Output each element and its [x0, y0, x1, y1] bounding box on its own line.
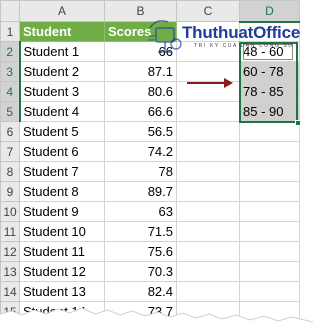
- cell-score[interactable]: 66.6: [104, 101, 177, 122]
- cell-score[interactable]: 66: [104, 41, 177, 62]
- row-header[interactable]: 13: [0, 261, 20, 282]
- column-header-a[interactable]: A: [19, 0, 105, 22]
- cell[interactable]: [176, 141, 240, 162]
- row-header[interactable]: 2: [0, 41, 21, 62]
- cell-bin[interactable]: 60 - 78: [239, 61, 300, 82]
- cell-student[interactable]: Student 7: [19, 161, 105, 182]
- cell-student[interactable]: Student 6: [19, 141, 105, 162]
- cell[interactable]: [239, 261, 300, 282]
- row-header[interactable]: 1: [0, 21, 20, 42]
- row-header[interactable]: 14: [0, 281, 20, 302]
- cell-student[interactable]: Student 11: [19, 241, 105, 262]
- cell[interactable]: [239, 121, 300, 142]
- cell-student[interactable]: Student 12: [19, 261, 105, 282]
- cell[interactable]: [239, 161, 300, 182]
- row-header[interactable]: 5: [0, 101, 21, 122]
- right-arrow-icon: [187, 78, 233, 88]
- cell-score[interactable]: 71.5: [104, 221, 177, 242]
- cell[interactable]: [176, 101, 240, 122]
- row-header[interactable]: 11: [0, 221, 20, 242]
- cell-score[interactable]: 75.6: [104, 241, 177, 262]
- cell[interactable]: [239, 281, 300, 302]
- cell-student[interactable]: Student 4: [19, 101, 105, 122]
- select-all-corner[interactable]: [0, 0, 20, 22]
- cell-score[interactable]: 89.7: [104, 181, 177, 202]
- column-header-c[interactable]: C: [176, 0, 240, 22]
- fill-handle[interactable]: [295, 120, 301, 126]
- cell[interactable]: [176, 261, 240, 282]
- cell-student-header[interactable]: Student: [19, 21, 105, 42]
- cell-score[interactable]: 70.3: [104, 261, 177, 282]
- cell[interactable]: [239, 221, 300, 242]
- cell-student[interactable]: Student 9: [19, 201, 105, 222]
- cell-score[interactable]: 87.1: [104, 61, 177, 82]
- spreadsheet-grid: A B C D 1 Student Scores 2 Student 1 66 …: [0, 0, 300, 322]
- cell-score[interactable]: 80.6: [104, 81, 177, 102]
- cell-student[interactable]: Student 10: [19, 221, 105, 242]
- row-header[interactable]: 10: [0, 201, 20, 222]
- cell[interactable]: [239, 181, 300, 202]
- cell[interactable]: [239, 241, 300, 262]
- column-header-d[interactable]: D: [239, 0, 300, 23]
- cell[interactable]: [176, 281, 240, 302]
- column-header-b[interactable]: B: [104, 0, 177, 22]
- cell[interactable]: [176, 121, 240, 142]
- cell-bin[interactable]: 48 - 60: [239, 41, 300, 62]
- cell[interactable]: [176, 241, 240, 262]
- cell-score[interactable]: 74.2: [104, 141, 177, 162]
- cell[interactable]: [176, 201, 240, 222]
- cell[interactable]: [239, 201, 300, 222]
- torn-edge-decoration: [0, 307, 313, 328]
- cell-score[interactable]: 56.5: [104, 121, 177, 142]
- cell[interactable]: [239, 141, 300, 162]
- cell[interactable]: [176, 21, 240, 42]
- cell-student[interactable]: Student 3: [19, 81, 105, 102]
- row-header[interactable]: 7: [0, 141, 20, 162]
- cell-score[interactable]: 63: [104, 201, 177, 222]
- cell[interactable]: [176, 161, 240, 182]
- cell-score[interactable]: 82.4: [104, 281, 177, 302]
- cell[interactable]: [176, 181, 240, 202]
- cell-student[interactable]: Student 8: [19, 181, 105, 202]
- row-header[interactable]: 4: [0, 81, 21, 102]
- row-header[interactable]: 3: [0, 61, 21, 82]
- row-header[interactable]: 12: [0, 241, 20, 262]
- cell-score[interactable]: 78: [104, 161, 177, 182]
- cell-student[interactable]: Student 2: [19, 61, 105, 82]
- cell-bin[interactable]: 78 - 85: [239, 81, 300, 102]
- cell[interactable]: [176, 41, 240, 62]
- row-header[interactable]: 8: [0, 161, 20, 182]
- cell-student[interactable]: Student 13: [19, 281, 105, 302]
- cell-scores-header[interactable]: Scores: [104, 21, 177, 42]
- cell-student[interactable]: Student 5: [19, 121, 105, 142]
- cell[interactable]: [176, 221, 240, 242]
- row-header[interactable]: 6: [0, 121, 20, 142]
- cell-student[interactable]: Student 1: [19, 41, 105, 62]
- row-header[interactable]: 9: [0, 181, 20, 202]
- cell-bin[interactable]: 85 - 90: [239, 101, 300, 122]
- cell[interactable]: [239, 21, 300, 42]
